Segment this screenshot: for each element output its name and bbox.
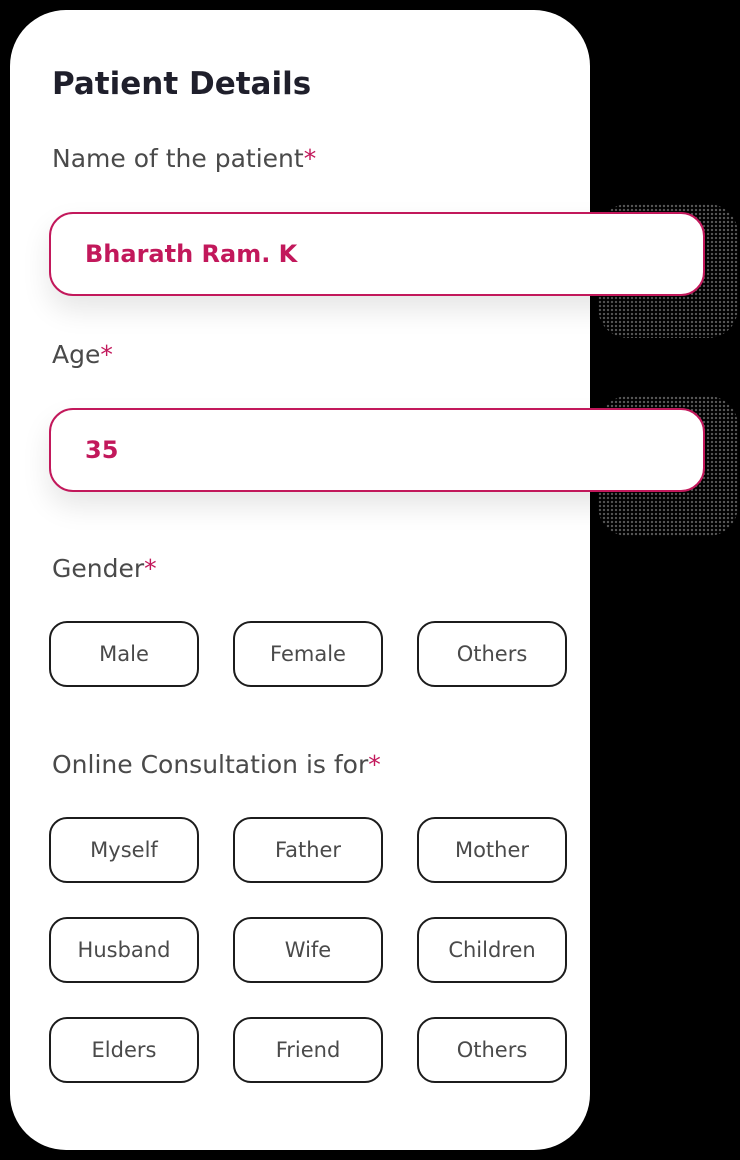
consultation-option-wife[interactable]: Wife <box>233 917 383 983</box>
consultation-option-children[interactable]: Children <box>417 917 567 983</box>
required-marker: * <box>144 554 157 583</box>
age-field[interactable]: 35 <box>49 408 705 492</box>
name-label: Name of the patient* <box>52 144 316 173</box>
age-label: Age* <box>52 340 113 369</box>
screen: Patient Details Name of the patient* Bha… <box>0 0 740 1160</box>
consultation-option-others[interactable]: Others <box>417 1017 567 1083</box>
required-marker: * <box>303 144 317 173</box>
required-marker: * <box>100 340 113 369</box>
consultation-option-father[interactable]: Father <box>233 817 383 883</box>
page-title: Patient Details <box>52 66 312 102</box>
consultation-for-label-text: Online Consultation is for <box>52 750 369 779</box>
gender-option-others[interactable]: Others <box>417 621 567 687</box>
consultation-option-husband[interactable]: Husband <box>49 917 199 983</box>
age-label-text: Age <box>52 340 101 369</box>
consultation-option-mother[interactable]: Mother <box>417 817 567 883</box>
consultation-option-friend[interactable]: Friend <box>233 1017 383 1083</box>
name-label-text: Name of the patient <box>52 144 304 173</box>
consultation-for-label: Online Consultation is for* <box>52 750 381 779</box>
gender-label: Gender* <box>52 554 157 583</box>
gender-option-female[interactable]: Female <box>233 621 383 687</box>
gender-option-male[interactable]: Male <box>49 621 199 687</box>
consultation-option-elders[interactable]: Elders <box>49 1017 199 1083</box>
patient-name-field[interactable]: Bharath Ram. K <box>49 212 705 296</box>
gender-label-text: Gender <box>52 554 145 583</box>
consultation-option-myself[interactable]: Myself <box>49 817 199 883</box>
required-marker: * <box>368 750 381 779</box>
